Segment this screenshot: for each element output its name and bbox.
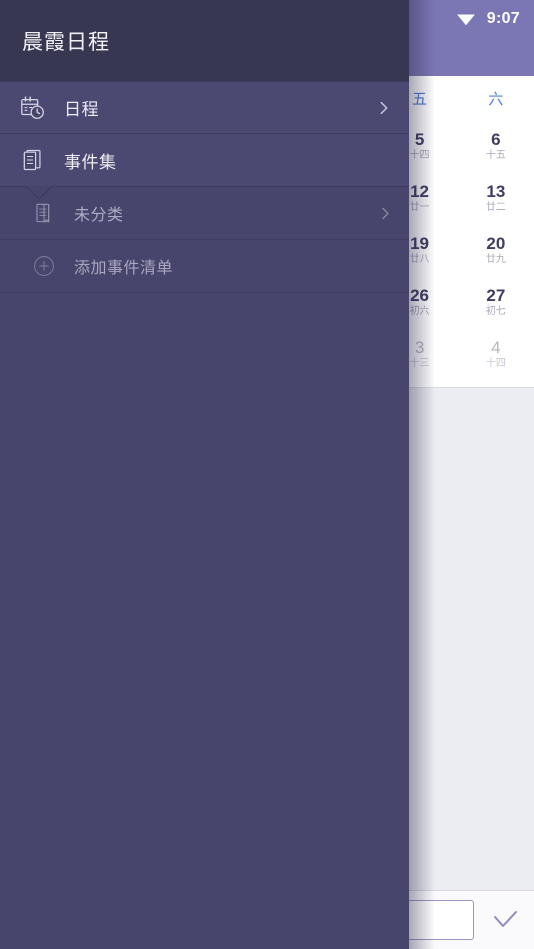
calendar-day-lunar: 初七 [485,305,506,317]
calendar-day-lunar: 十五 [485,149,506,161]
calendar-day-number: 6 [491,130,501,150]
calendar-day-number: 3 [414,338,425,358]
calendar-day-number: 12 [410,182,430,202]
chevron-right-icon [375,99,393,117]
calendar-day-number: 26 [410,286,430,306]
sidebar-subitem-uncategorized[interactable]: 未分类 [0,186,409,240]
drawer-nav-list: 日程 事件集 未分类 添加事件清单 [0,81,409,621]
calendar-day-lunar: 初六 [409,305,430,317]
drawer-header: 晨霞日程 [0,0,409,81]
calendar-day-lunar: 十四 [409,149,430,161]
submenu-notch-icon [26,186,52,199]
chevron-right-icon [377,205,393,221]
calendar-day-number: 19 [410,234,430,254]
note-list-icon [30,199,58,227]
calendar-day-cell[interactable]: 20 廿九 [458,224,534,276]
add-event-list-button[interactable]: 添加事件清单 [0,240,409,293]
sidebar-item-event-collections[interactable]: 事件集 [0,134,409,187]
calendar-clock-icon [18,93,48,123]
calendar-day-number: 4 [491,338,501,358]
check-icon [491,905,519,936]
screen: 9:07 日一二三四五六 30初九1初十2十一3十二4十三5十四6十五7十六8十… [0,0,534,949]
sidebar-subitem-uncategorized-label: 未分类 [74,207,124,224]
add-event-list-label: 添加事件清单 [74,260,174,277]
event-collections-chevron-placeholder [375,151,393,169]
calendar-weekday-6: 六 [488,90,504,108]
calendar-day-cell[interactable]: 6 十五 [458,120,534,172]
calendar-day-number: 5 [414,130,425,150]
sidebar-item-schedule[interactable]: 日程 [0,81,409,134]
calendar-day-cell[interactable]: 4 十四 [458,328,534,380]
calendar-day-number: 20 [486,234,506,254]
confirm-button[interactable] [488,903,522,937]
calendar-day-lunar: 廿九 [485,253,506,265]
calendar-day-number: 27 [486,286,506,306]
calendar-day-lunar: 廿八 [409,253,430,265]
notebook-icon [18,145,48,175]
navigation-drawer: 晨霞日程 日程 事件集 未分类 添加事件清单 [0,0,409,949]
status-bar-clock: 9:07 [486,10,520,27]
app-title: 晨霞日程 [22,30,110,54]
wifi-icon [455,11,477,27]
calendar-day-lunar: 廿一 [409,201,430,213]
plus-circle-icon [30,252,58,280]
calendar-day-lunar: 十四 [485,357,506,369]
sidebar-item-event-collections-label: 事件集 [64,152,117,172]
calendar-day-cell[interactable]: 13 廿二 [458,172,534,224]
calendar-day-lunar: 廿二 [485,201,506,213]
calendar-day-cell[interactable]: 27 初七 [458,276,534,328]
calendar-day-lunar: 十三 [409,357,430,369]
drawer-empty-space [0,621,409,949]
sidebar-item-schedule-label: 日程 [64,100,99,119]
calendar-day-number: 13 [486,182,506,202]
